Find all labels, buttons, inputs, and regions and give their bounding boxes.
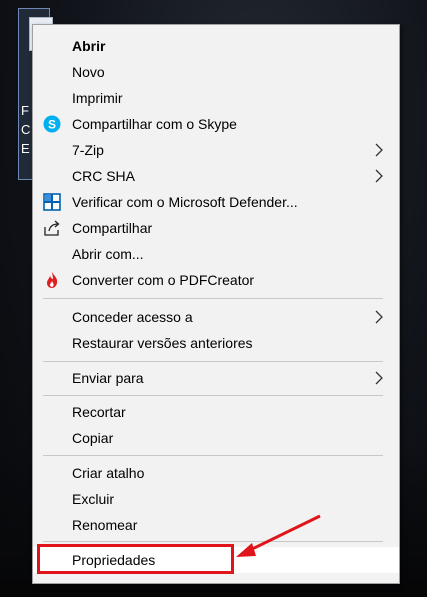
- menu-item-excluir[interactable]: Excluir: [33, 486, 399, 512]
- menu-item-label: Compartilhar com o Skype: [72, 116, 237, 132]
- menu-item-label: Imprimir: [72, 90, 123, 106]
- menu-item-restaurar-versoes[interactable]: Restaurar versões anteriores: [33, 330, 399, 356]
- menu-separator: [43, 395, 383, 396]
- svg-text:S: S: [48, 118, 56, 132]
- menu-item-label: Abrir com...: [72, 246, 144, 262]
- menu-item-label: Criar atalho: [72, 465, 145, 481]
- menu-separator: [43, 361, 383, 362]
- menu-item-label: Verificar com o Microsoft Defender...: [72, 194, 298, 210]
- menu-item-microsoft-defender[interactable]: Verificar com o Microsoft Defender...: [33, 189, 399, 215]
- menu-separator: [43, 541, 383, 542]
- chevron-right-icon: [375, 371, 383, 385]
- menu-item-7zip[interactable]: 7-Zip: [33, 137, 399, 163]
- annotation-arrow-icon: [236, 514, 321, 557]
- chevron-right-icon: [375, 143, 383, 157]
- menu-item-label: Copiar: [72, 430, 114, 446]
- menu-item-compartilhar-skype[interactable]: S Compartilhar com o Skype: [33, 111, 399, 137]
- menu-item-label: Restaurar versões anteriores: [72, 335, 253, 351]
- share-icon: [44, 220, 60, 236]
- menu-item-label: Compartilhar: [72, 220, 153, 236]
- annotation-highlight-box: [37, 544, 234, 574]
- menu-item-label: Enviar para: [72, 370, 144, 386]
- desktop-file-caption: F C E: [21, 103, 31, 156]
- menu-item-abrir-com[interactable]: Abrir com...: [33, 241, 399, 267]
- menu-item-conceder-acesso[interactable]: Conceder acesso a: [33, 304, 399, 330]
- menu-item-copiar[interactable]: Copiar: [33, 425, 399, 451]
- menu-separator: [43, 455, 383, 456]
- defender-icon: [43, 193, 61, 211]
- menu-item-label: Recortar: [72, 404, 126, 420]
- pdfcreator-icon: [47, 272, 58, 288]
- context-menu: Abrir Novo Imprimir S Compartilhar com o…: [32, 24, 400, 584]
- menu-item-novo[interactable]: Novo: [33, 59, 399, 85]
- menu-item-label: Novo: [72, 64, 105, 80]
- menu-item-pdfcreator[interactable]: Converter com o PDFCreator: [33, 267, 399, 293]
- skype-icon: S: [43, 115, 61, 133]
- menu-item-label: Abrir: [72, 38, 106, 54]
- menu-item-enviar-para[interactable]: Enviar para: [33, 365, 399, 391]
- chevron-right-icon: [375, 310, 383, 324]
- menu-item-recortar[interactable]: Recortar: [33, 399, 399, 425]
- menu-item-imprimir[interactable]: Imprimir: [33, 85, 399, 111]
- menu-separator: [43, 298, 383, 299]
- menu-item-abrir[interactable]: Abrir: [33, 33, 399, 59]
- menu-item-label: CRC SHA: [72, 168, 136, 184]
- menu-item-label: Converter com o PDFCreator: [72, 272, 255, 288]
- menu-item-label: Conceder acesso a: [72, 309, 193, 325]
- chevron-right-icon: [375, 169, 383, 183]
- menu-item-label: Renomear: [72, 517, 138, 533]
- menu-item-label: Excluir: [72, 491, 115, 507]
- menu-item-renomear[interactable]: Renomear: [33, 512, 399, 538]
- menu-item-label: 7-Zip: [72, 142, 104, 158]
- menu-item-crc-sha[interactable]: CRC SHA: [33, 163, 399, 189]
- menu-item-criar-atalho[interactable]: Criar atalho: [33, 460, 399, 486]
- menu-item-compartilhar[interactable]: Compartilhar: [33, 215, 399, 241]
